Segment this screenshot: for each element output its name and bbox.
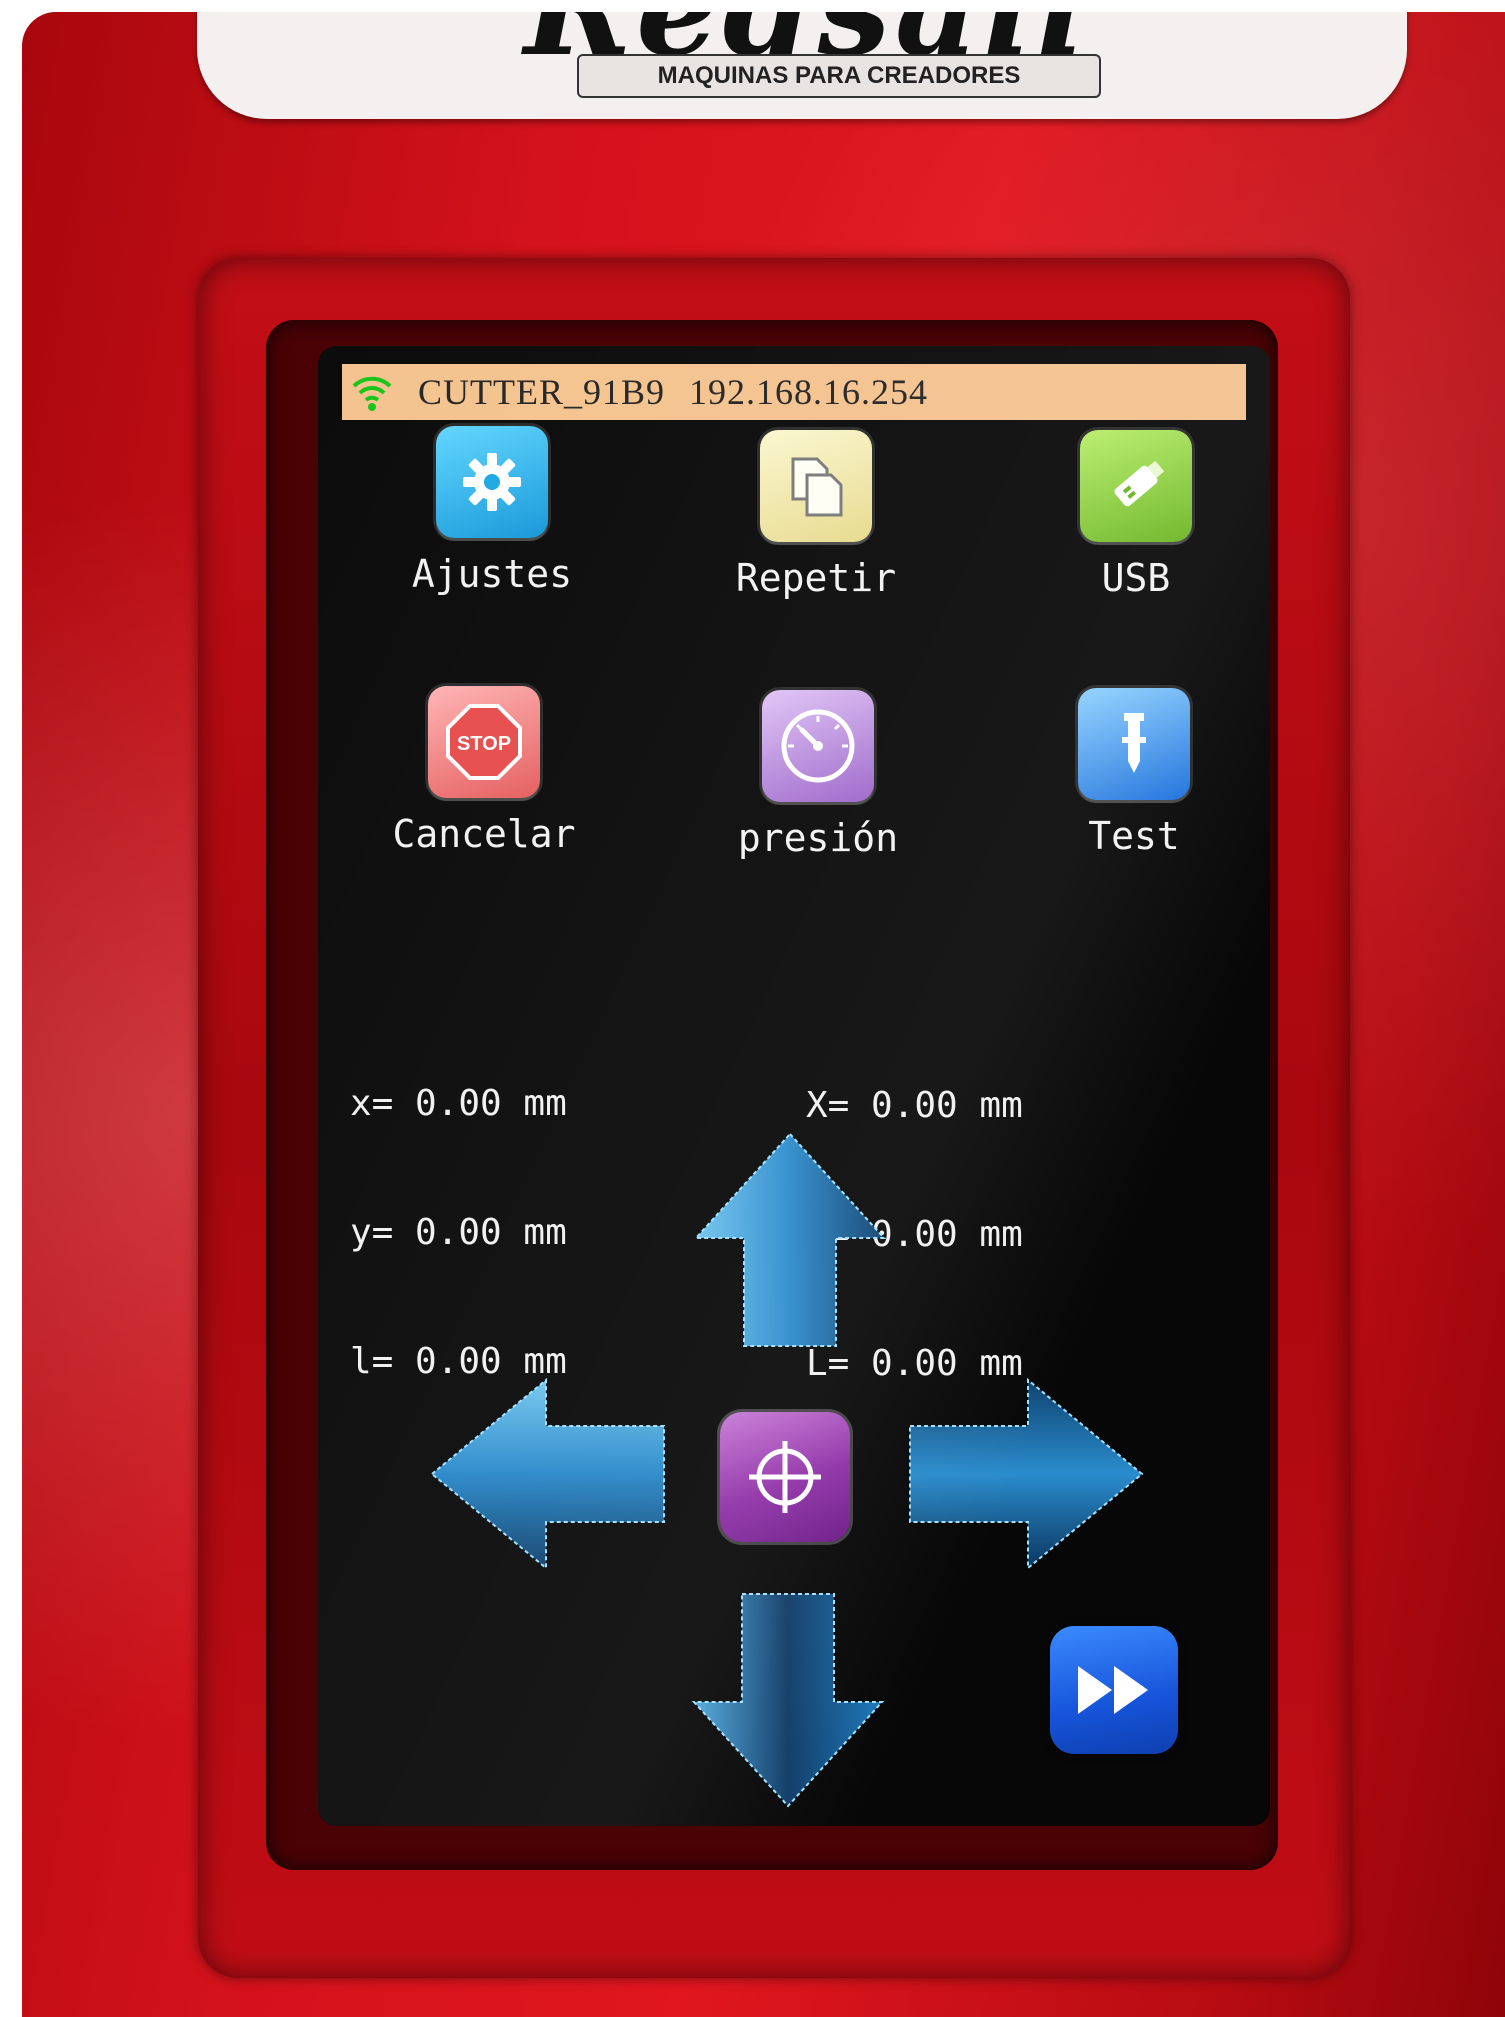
arrow-down-icon[interactable] xyxy=(688,1590,888,1810)
gauge-icon xyxy=(762,690,874,802)
repeat-label: Repetir xyxy=(735,556,897,600)
brand-tagline: MAQUINAS PARA CREADORES xyxy=(577,54,1101,98)
settings-button[interactable]: Ajustes xyxy=(372,426,612,596)
arrow-left-icon[interactable] xyxy=(428,1376,668,1572)
cancel-label: Cancelar xyxy=(392,812,576,856)
test-button[interactable]: Test xyxy=(1014,688,1254,858)
status-text: CUTTER_91B9 192.168.16.254 xyxy=(418,371,952,413)
ip-address: 192.168.16.254 xyxy=(689,372,929,412)
brand-logo: Redsail MAQUINAS PARA CREADORES xyxy=(197,12,1407,119)
fast-forward-icon xyxy=(1078,1666,1148,1714)
stop-sign-icon: STOP xyxy=(428,686,540,798)
arrow-right-icon[interactable] xyxy=(906,1376,1146,1572)
next-page-button[interactable] xyxy=(1050,1626,1178,1754)
settings-label: Ajustes xyxy=(411,552,573,596)
coord-x: x= 0.00 mm xyxy=(350,1083,567,1124)
network-name: CUTTER_91B9 xyxy=(418,372,666,412)
usb-label: USB xyxy=(1101,556,1171,600)
pressure-button[interactable]: presión xyxy=(698,690,938,860)
usb-button[interactable]: USB xyxy=(1016,430,1256,600)
arrow-up-icon[interactable] xyxy=(690,1130,890,1350)
wifi-icon xyxy=(352,376,392,411)
test-label: Test xyxy=(1088,814,1180,858)
pressure-label: presión xyxy=(737,816,899,860)
repeat-button[interactable]: Repetir xyxy=(696,430,936,600)
coord-y: y= 0.00 mm xyxy=(350,1212,567,1253)
cancel-button[interactable]: STOP Cancelar xyxy=(364,686,604,856)
blade-icon xyxy=(1078,688,1190,800)
usb-drive-icon xyxy=(1080,430,1192,542)
coord-x-abs: X= 0.00 mm xyxy=(806,1085,1023,1126)
svg-text:STOP: STOP xyxy=(457,733,511,755)
origin-button[interactable] xyxy=(720,1412,850,1542)
crosshair-icon xyxy=(749,1441,821,1513)
gear-icon xyxy=(436,426,548,538)
copy-icon xyxy=(760,430,872,542)
touch-screen: CUTTER_91B9 192.168.16.254 Ajustes Repet… xyxy=(318,346,1270,1826)
status-bar: CUTTER_91B9 192.168.16.254 xyxy=(342,364,1246,420)
